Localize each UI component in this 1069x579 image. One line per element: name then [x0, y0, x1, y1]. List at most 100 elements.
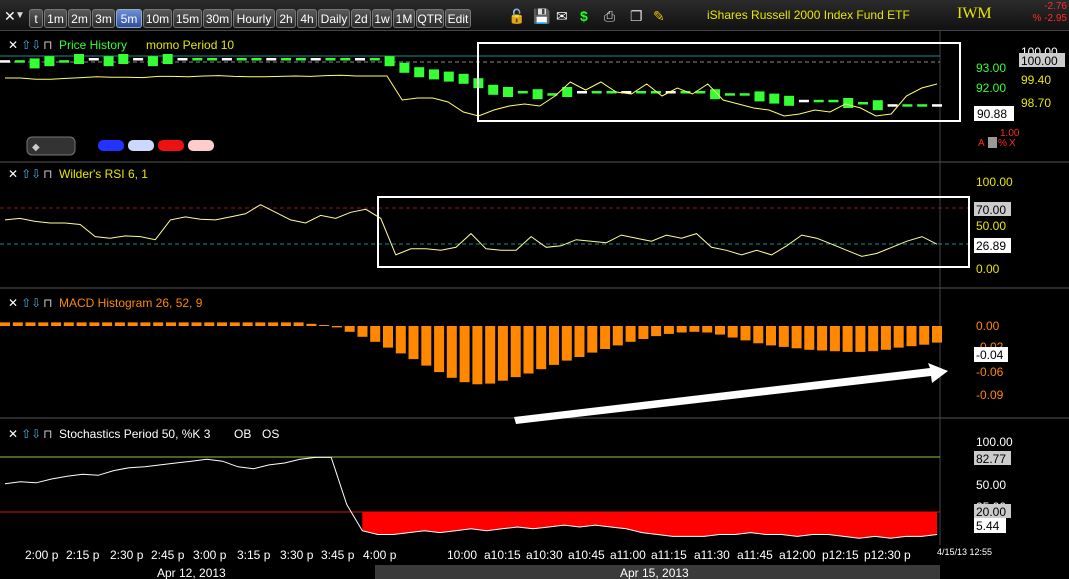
stoch-ob-label[interactable]: OB	[234, 427, 251, 441]
macd-bar	[76, 322, 87, 326]
color-swatch-blue[interactable]	[98, 140, 124, 151]
timeframe-button-10m[interactable]: 10m	[143, 9, 172, 28]
stoch-box-os: 20.00	[976, 505, 1006, 519]
time-tick-label: 2:15 p	[66, 548, 100, 562]
price-bar	[724, 93, 735, 96]
macd-bar	[217, 322, 227, 326]
price-bar	[325, 58, 336, 61]
price-bar	[872, 100, 883, 111]
timeframe-button-3m[interactable]: 3m	[92, 9, 115, 28]
time-tick-label: a12:00	[779, 548, 816, 562]
timeframe-button-daily[interactable]: Daily	[318, 9, 350, 28]
timeframe-button-1w[interactable]: 1w	[372, 9, 392, 28]
price-bar	[355, 58, 365, 61]
macd-bar	[497, 326, 508, 381]
macd-bar	[727, 326, 738, 338]
stoch-label[interactable]: Stochastics Period 50, %K 3	[59, 427, 211, 441]
timeframe-button-1m[interactable]: 1m	[44, 9, 67, 28]
macd-bar	[204, 322, 215, 326]
price-controls[interactable]: ✕ ⇧⇩ ⊓	[8, 38, 53, 52]
color-swatch-red[interactable]	[158, 140, 184, 151]
time-tick-label: 2:30 p	[110, 548, 144, 562]
price-bar	[414, 67, 425, 78]
time-tick-label: 3:45 p	[321, 548, 355, 562]
time-tick-label: a10:30	[526, 548, 563, 562]
stoch-os-label[interactable]: OS	[262, 427, 279, 441]
copy-icon[interactable]: ❐	[630, 8, 643, 24]
timeframe-button-30m[interactable]: 30m	[203, 9, 232, 28]
macd-bar	[370, 326, 381, 342]
macd-bar	[434, 326, 445, 373]
macd-bar	[255, 322, 266, 326]
price-change-percent: % -2.95	[1032, 13, 1067, 24]
price-bar	[295, 58, 306, 61]
macd-bar	[166, 322, 176, 326]
save-icon[interactable]: 💾	[533, 8, 550, 24]
email-icon[interactable]: ✉	[556, 8, 568, 24]
down-arrow-icon[interactable]: ▼	[15, 8, 25, 24]
dollar-icon[interactable]: $	[580, 8, 588, 24]
time-tick-label: 3:30 p	[280, 548, 314, 562]
macd-bar	[549, 326, 559, 365]
timeframe-button-4h[interactable]: 4h	[297, 9, 317, 28]
color-swatch-pink[interactable]	[188, 140, 214, 151]
timeframe-button-2m[interactable]: 2m	[68, 9, 91, 28]
macd-bar	[663, 326, 674, 334]
macd-bar	[817, 326, 828, 351]
time-tick-label: p12:15	[822, 548, 859, 562]
timeframe-button-edit[interactable]: Edit	[445, 9, 471, 28]
timeframe-button-hourly[interactable]: Hourly	[233, 9, 275, 28]
price-bar	[769, 93, 780, 104]
ctrl-percent[interactable]: %	[998, 138, 1007, 149]
timeframe-button-1m[interactable]: 1M	[393, 9, 415, 28]
macd-bar	[906, 326, 917, 347]
price-bar	[784, 95, 795, 106]
macd-bar	[868, 326, 879, 352]
macd-bar	[778, 326, 789, 347]
stoch-controls[interactable]: ✕ ⇧⇩ ⊓	[8, 427, 53, 441]
price-label[interactable]: Price History	[59, 38, 127, 52]
print-icon[interactable]: ⎙	[604, 8, 615, 24]
price-bar	[14, 60, 25, 63]
macd-controls[interactable]: ✕ ⇧⇩ ⊓	[8, 296, 53, 310]
timeframe-button-15m[interactable]: 15m	[173, 9, 202, 28]
price-bar	[207, 58, 218, 61]
timeframe-button-qtr[interactable]: QTR	[416, 9, 444, 28]
color-swatch-lightblue[interactable]	[128, 140, 154, 151]
macd-label[interactable]: MACD Histogram 26, 52, 9	[59, 296, 203, 310]
price-value-box: 90.88	[977, 107, 1007, 121]
macd-bar	[919, 326, 930, 345]
cross-icon[interactable]: ✕	[4, 8, 16, 24]
macd-bar	[319, 325, 330, 326]
macd-bar	[766, 326, 776, 346]
time-tick-label: 2:00 p	[25, 548, 59, 562]
price-bar	[59, 60, 70, 63]
ctrl-close[interactable]: X	[1009, 138, 1016, 149]
macd-bar	[293, 322, 304, 326]
rsi-axis-50: 50.00	[976, 219, 1006, 233]
momo-axis-9940: 99.40	[1021, 73, 1051, 87]
macd-bar	[932, 326, 942, 343]
stoch-box-ob: 82.77	[976, 452, 1006, 466]
price-axis-93: 93.00	[976, 61, 1006, 75]
macd-bar	[446, 326, 457, 378]
date-label-apr15: Apr 15, 2013	[620, 566, 689, 579]
time-tick-label: 3:15 p	[237, 548, 271, 562]
macd-bar	[178, 322, 189, 326]
rsi-controls[interactable]: ✕ ⇧⇩ ⊓	[8, 167, 53, 181]
rsi-label[interactable]: Wilder's RSI 6, 1	[59, 167, 148, 181]
price-bar	[147, 56, 158, 67]
price-bar	[887, 104, 898, 107]
pen-icon[interactable]: ✎	[653, 8, 665, 24]
timeframe-button-5m[interactable]: 5m	[116, 9, 142, 28]
price-bar	[813, 99, 824, 103]
timeframe-button-2d[interactable]: 2d	[351, 9, 371, 28]
macd-bar	[12, 322, 23, 326]
lock-icon[interactable]: 🔓	[508, 8, 525, 24]
momo-axis-9870: 98.70	[1021, 96, 1051, 110]
timeframe-button-2h[interactable]: 2h	[276, 9, 296, 28]
ctrl-auto[interactable]: A	[978, 138, 985, 149]
instrument-title: iShares Russell 2000 Index Fund ETF	[707, 8, 910, 22]
momo-label[interactable]: momo Period 10	[146, 38, 234, 52]
timeframe-button-t[interactable]: t	[29, 9, 43, 28]
